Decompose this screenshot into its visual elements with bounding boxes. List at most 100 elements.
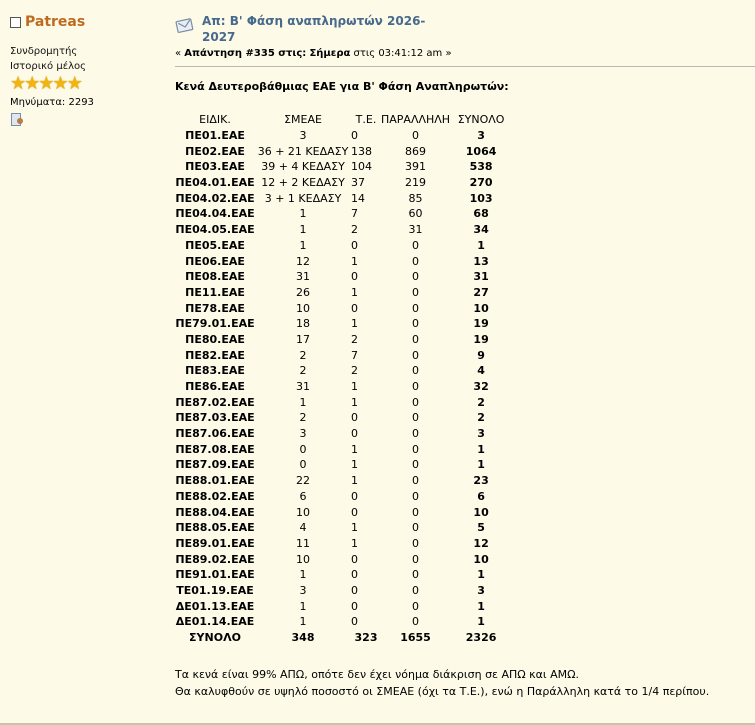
- col-header: ΣΜΕΑΕ: [284, 113, 322, 127]
- table-cell: 0: [351, 599, 358, 613]
- table-cell: 19: [473, 317, 489, 331]
- table-cell: ΠΕ04.02.ΕΑΕ: [175, 191, 255, 205]
- star-icon: ★: [24, 73, 40, 94]
- table-cell: ΠΕ11.ΕΑΕ: [185, 285, 245, 299]
- table-row: ΠΕ80.ΕΑΕ 17 2 0 19: [175, 332, 512, 348]
- table-row: ΠΕ78.ΕΑΕ 10 0 0 10: [175, 300, 512, 316]
- table-cell: ΠΕ87.06.ΕΑΕ: [175, 427, 255, 441]
- table-row: ΠΕ88.01.ΕΑΕ 22 1 0 23: [175, 473, 512, 489]
- table-cell: 1: [351, 285, 358, 299]
- table-cell: 0: [412, 442, 420, 456]
- table-cell: ΔΕ01.13.ΕΑΕ: [175, 599, 255, 613]
- table-cell: 3 + 1 ΚΕΔΑΣΥ: [264, 191, 342, 205]
- table-cell: 270: [469, 176, 493, 190]
- table-cell: 0: [351, 411, 358, 425]
- table-cell: 17: [296, 332, 310, 346]
- table-cell: 0: [351, 270, 358, 284]
- table-cell: 0: [412, 238, 420, 252]
- table-cell: 0: [351, 427, 358, 441]
- table-cell: ΠΕ08.ΕΑΕ: [185, 270, 245, 284]
- table-cell: ΠΕ89.02.ΕΑΕ: [175, 552, 255, 566]
- table-row: ΠΕ89.01.ΕΑΕ 11 1 0 12: [175, 536, 512, 552]
- table-cell: 0: [412, 301, 420, 315]
- post-header: Απ: Β' Φάση αναπληρωτών 2026-2027 « Απάν…: [175, 13, 755, 59]
- star-icon: ★: [66, 73, 83, 94]
- table-cell: 60: [408, 207, 423, 221]
- table-cell: 68: [473, 207, 489, 221]
- table-cell: 6: [477, 489, 485, 503]
- table-cell: 1: [351, 317, 358, 331]
- user-sidebar: Patreas Συνδρομητής Ιστορικό μέλος ★★★★★…: [10, 14, 160, 127]
- table-cell: 12: [473, 536, 489, 550]
- table-cell: 0: [412, 458, 420, 472]
- table-cell: 2: [351, 223, 358, 237]
- table-cell: 22: [296, 474, 310, 488]
- table-cell: 0: [412, 270, 420, 284]
- table-cell: 1: [477, 599, 485, 613]
- table-cell: 31: [296, 270, 310, 284]
- table-row: ΠΕ88.04.ΕΑΕ 10 0 0 10: [175, 504, 512, 520]
- profile-icon[interactable]: [10, 113, 24, 127]
- table-cell: ΠΕ02.ΕΑΕ: [185, 144, 245, 158]
- table-row: ΠΕ04.05.ΕΑΕ 1 2 31 34: [175, 222, 512, 238]
- user-role: Συνδρομητής Ιστορικό μέλος: [10, 44, 160, 74]
- table-header-row: ΕΙΔΙΚ. ΣΜΕΑΕ Τ.Ε. ΠΑΡΑΛΛΗΛΗ ΣΥΝΟΛΟ: [175, 112, 512, 128]
- table-cell: 1: [299, 395, 307, 409]
- table-cell: 0: [412, 427, 420, 441]
- table-cell: 0: [351, 568, 358, 582]
- select-post-checkbox[interactable]: [10, 16, 21, 28]
- user-role-line: Ιστορικό μέλος: [10, 61, 87, 72]
- table-cell: 538: [469, 160, 493, 174]
- total-cell: ΣΥΝΟΛΟ: [189, 631, 241, 645]
- star-icon: ★: [10, 73, 26, 94]
- table-row: ΔΕ01.13.ΕΑΕ 1 0 0 1: [175, 598, 512, 614]
- post-count-value: 2293: [68, 97, 94, 108]
- header-divider: [175, 66, 755, 67]
- table-cell: 10: [473, 301, 489, 315]
- table-cell: 869: [405, 144, 427, 158]
- table-cell: 7: [351, 348, 358, 362]
- username-link[interactable]: Patreas: [25, 14, 85, 30]
- table-cell: 10: [473, 505, 489, 519]
- table-cell: 0: [412, 474, 420, 488]
- table-cell: 0: [412, 129, 420, 143]
- table-cell: 0: [412, 536, 420, 550]
- table-cell: 4: [299, 521, 307, 535]
- reply-number-link[interactable]: Απάντηση #335 στις:: [184, 48, 306, 59]
- table-row: ΠΕ04.04.ΕΑΕ 1 7 60 68: [175, 206, 512, 222]
- table-cell: ΠΕ86.ΕΑΕ: [185, 380, 245, 394]
- table-cell: ΠΕ01.ΕΑΕ: [185, 129, 245, 143]
- table-cell: 85: [408, 191, 423, 205]
- table-cell: 19: [473, 332, 489, 346]
- note-line: Θα καλυφθούν σε υψηλό ποσοστό οι ΣΜΕΑΕ (…: [175, 685, 710, 699]
- table-row: ΠΕ83.ΕΑΕ 2 2 0 4: [175, 363, 512, 379]
- table-cell: 1: [351, 521, 358, 535]
- total-cell: 1655: [400, 631, 431, 645]
- table-cell: ΠΕ87.02.ΕΑΕ: [175, 395, 255, 409]
- table-row: ΠΕ79.01.ΕΑΕ 18 1 0 19: [175, 316, 512, 332]
- table-cell: 0: [351, 489, 358, 503]
- table-row: ΤΕ01.19.ΕΑΕ 3 0 0 3: [175, 583, 512, 599]
- table-cell: 3: [477, 427, 485, 441]
- table-cell: 10: [296, 505, 310, 519]
- star-icon: ★: [38, 73, 54, 94]
- table-cell: ΠΕ88.04.ΕΑΕ: [175, 505, 255, 519]
- table-cell: ΠΕ82.ΕΑΕ: [185, 348, 245, 362]
- table-cell: 37: [351, 176, 365, 190]
- table-cell: 14: [351, 191, 365, 205]
- post-heading: Κενά Δευτεροβάθμιας ΕΑΕ για Β' Φάση Αναπ…: [175, 80, 509, 93]
- table-cell: 1: [299, 238, 307, 252]
- table-row: ΠΕ87.06.ΕΑΕ 3 0 0 3: [175, 426, 512, 442]
- post-count: Μηνύματα: 2293: [10, 95, 160, 110]
- table-row: ΠΕ89.02.ΕΑΕ 10 0 0 10: [175, 551, 512, 567]
- table-row: ΠΕ01.ΕΑΕ 3 0 0 3: [175, 128, 512, 144]
- message-icon: [175, 18, 194, 33]
- table-cell: 0: [412, 599, 420, 613]
- table-row: ΠΕ87.03.ΕΑΕ 2 0 0 2: [175, 410, 512, 426]
- table-cell: ΠΕ04.05.ΕΑΕ: [175, 223, 255, 237]
- table-cell: 138: [351, 144, 372, 158]
- table-cell: 32: [473, 380, 489, 394]
- post-body: Κενά Δευτεροβάθμιας ΕΑΕ για Β' Φάση Αναπ…: [175, 80, 709, 700]
- table-cell: 0: [351, 505, 358, 519]
- post-title-link[interactable]: Απ: Β' Φάση αναπληρωτών 2026-2027: [202, 13, 452, 45]
